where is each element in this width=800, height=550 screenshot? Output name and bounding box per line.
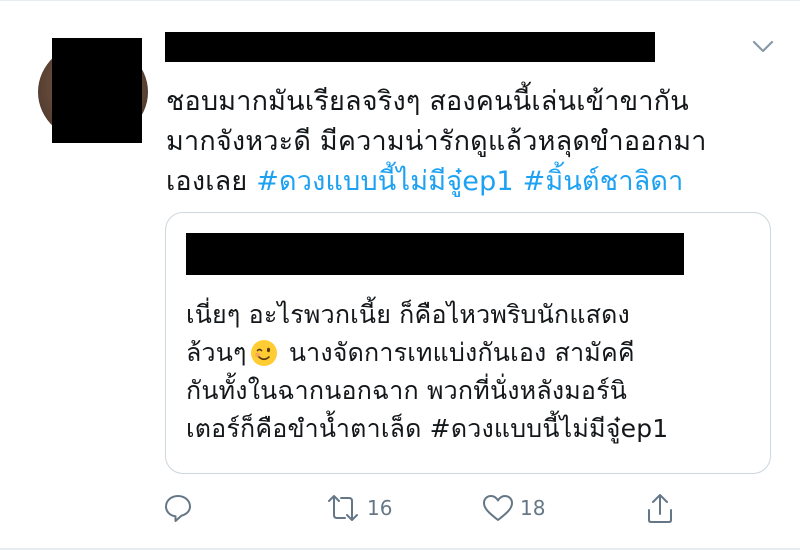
hashtag-link[interactable]: #ดวงแบบนี้ไม่มีจู๋ep1	[256, 166, 514, 197]
tweet-line: ชอบมากมันเรียลจริงๆ สองคนนี้เล่นเข้าขากั…	[166, 86, 689, 117]
like-count: 18	[520, 496, 546, 520]
retweet-count: 16	[367, 496, 393, 520]
chevron-down-icon[interactable]	[752, 40, 774, 54]
quote-line: ล้วนๆ นางจัดการเทแบ่งกันเอง สามัคคี	[186, 334, 756, 372]
quoted-tweet-text: เนี่ยๆ อะไรพวกเนี้ย ก็คือไหวพริบนักแสดง …	[186, 296, 756, 448]
like-icon	[483, 495, 513, 521]
quote-line-text: ล้วนๆ	[186, 338, 247, 367]
top-divider	[0, 0, 800, 1]
tweet-line: มากจังหวะดี มีความน่ารักดูแล้วหลุดขำออกม…	[166, 126, 707, 157]
avatar-redaction	[52, 38, 142, 143]
quote-line: กันทั้งในฉากนอกฉาก พวกที่นั่งหลังมอร์นิ	[186, 376, 628, 405]
quote-line-text: นางจัดการเทแบ่งกันเอง สามัคคี	[280, 338, 635, 367]
like-button[interactable]: 18	[482, 490, 545, 526]
retweet-button[interactable]: 16	[325, 490, 392, 526]
share-button[interactable]	[645, 490, 675, 526]
winking-face-emoji	[250, 340, 277, 366]
reply-icon	[165, 495, 191, 522]
quote-line: เตอร์ก็คือขำน้ำตาเล็ด #ดวงแบบนี้ไม่มีจู๋…	[186, 414, 669, 443]
hashtag-link[interactable]: #มิ้นต์ชาลิดา	[523, 166, 684, 197]
quoted-username-redaction	[186, 233, 684, 275]
quote-line: เนี่ยๆ อะไรพวกเนี้ย ก็คือไหวพริบนักแสดง	[186, 300, 630, 329]
reply-button[interactable]	[162, 490, 194, 526]
username-redaction	[165, 32, 655, 62]
tweet-text: ชอบมากมันเรียลจริงๆ สองคนนี้เล่นเข้าขากั…	[166, 82, 766, 202]
share-icon	[648, 494, 672, 523]
retweet-icon	[328, 495, 358, 521]
tweet-actions: 16 18	[160, 490, 720, 526]
tweet-line: เองเลย #ดวงแบบนี้ไม่มีจู๋ep1 #มิ้นต์ชาลิ…	[166, 162, 766, 202]
tweet-line-text: เองเลย	[166, 166, 257, 197]
